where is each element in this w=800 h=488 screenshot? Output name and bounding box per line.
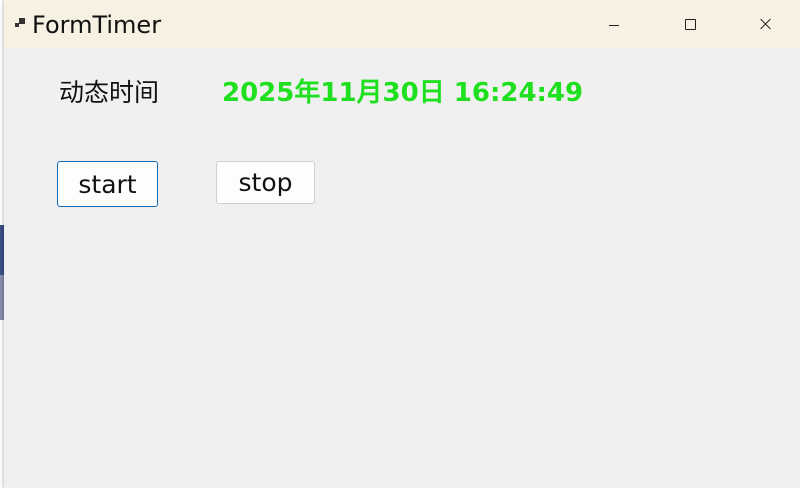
dynamic-time-label: 动态时间 [59,78,160,107]
time-display: 2025年11月30日 16:24:49 [222,78,584,108]
maximize-icon [684,18,696,30]
minimize-icon [609,24,619,26]
close-button[interactable] [728,0,800,48]
window-title: FormTimer [32,11,162,39]
close-icon [760,18,772,30]
title-bar[interactable]: FormTimer [4,0,800,48]
minimize-button[interactable] [576,0,652,48]
form-timer-window: FormTimer 动态时间 2025年11月30日 16:24:49 star… [4,0,800,488]
stop-button[interactable]: stop [216,161,315,204]
app-icon [15,17,27,29]
maximize-button[interactable] [652,0,728,48]
start-button[interactable]: start [57,161,158,207]
